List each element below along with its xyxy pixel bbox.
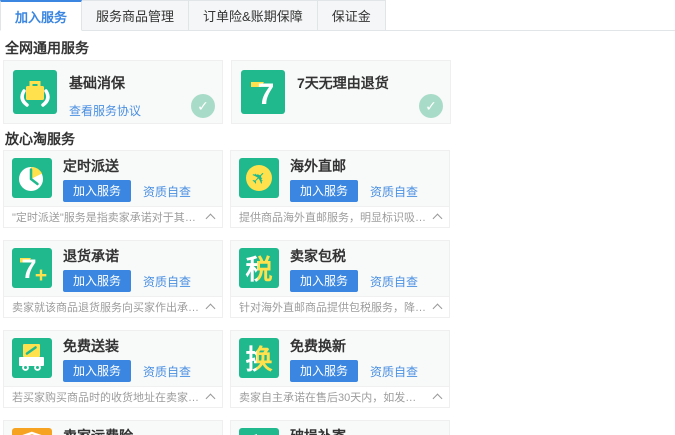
card-title: 免费换新 xyxy=(290,339,418,354)
seven-icon: 7 xyxy=(241,70,285,114)
qualification-check-link[interactable]: 资质自查 xyxy=(370,273,418,290)
svg-text:+: + xyxy=(35,264,47,287)
card-description: 若买家购买商品时的收货地址在卖家承诺的区域... xyxy=(12,389,199,405)
tab-join-service[interactable]: 加入服务 xyxy=(0,0,82,31)
view-service-agreement-link[interactable]: 查看服务协议 xyxy=(69,102,141,119)
collapse-chevron-icon[interactable] xyxy=(433,394,443,404)
qualification-check-link[interactable]: 资质自查 xyxy=(143,273,191,290)
exchange-character-icon: 换 xyxy=(239,338,279,378)
broken-shield-icon xyxy=(239,428,279,435)
join-service-button[interactable]: 加入服务 xyxy=(63,270,131,292)
card-seller-shipping-insurance: 卖家运费险 查看服务 加入此服务的卖家当发生退货时，产生的退货运... xyxy=(3,420,223,435)
svg-text:7: 7 xyxy=(258,78,275,111)
collapse-chevron-icon[interactable] xyxy=(433,304,443,314)
card-title: 定时派送 xyxy=(63,159,191,174)
qualification-check-link[interactable]: 资质自查 xyxy=(143,183,191,200)
briefcase-hands-icon xyxy=(13,70,57,114)
section-title-universal: 全网通用服务 xyxy=(5,40,672,56)
card-title: 基础消保 xyxy=(69,73,141,93)
card-7day-no-reason-return: 7 7天无理由退货 ✓ xyxy=(231,60,451,124)
qualification-check-link[interactable]: 资质自查 xyxy=(370,183,418,200)
card-free-replacement: 换 免费换新 加入服务 资质自查 卖家自主承诺在售后30天内，如发现商品出现..… xyxy=(230,330,450,408)
fangxintao-cards: 定时派送 加入服务 资质自查 "定时派送"服务是指卖家承诺对于其店铺内含有"..… xyxy=(3,150,672,435)
clock-pie-icon xyxy=(12,158,52,198)
tab-deposit[interactable]: 保证金 xyxy=(318,0,386,30)
join-service-button[interactable]: 加入服务 xyxy=(63,360,131,382)
airplane-icon: ✈ xyxy=(239,158,279,198)
section-title-fangxintao: 放心淘服务 xyxy=(5,131,672,147)
card-title: 卖家运费险 xyxy=(63,429,133,435)
svg-text:税: 税 xyxy=(246,255,273,285)
service-tabbar: 加入服务 服务商品管理 订单险&账期保障 保证金 xyxy=(0,0,675,31)
join-service-button[interactable]: 加入服务 xyxy=(290,360,358,382)
card-title: 破损补寄 xyxy=(290,429,418,435)
card-description: 卖家就该商品退货服务向买家作出承诺，自商品... xyxy=(12,299,199,315)
card-basic-consumer-protection: 基础消保 查看服务协议 ✓ xyxy=(3,60,223,124)
card-overseas-direct-mail: ✈ 海外直邮 加入服务 资质自查 提供商品海外直邮服务，明显标识吸引海淘买家..… xyxy=(230,150,450,228)
delivery-truck-icon xyxy=(12,338,52,378)
collapse-chevron-icon[interactable] xyxy=(206,304,216,314)
card-title: 海外直邮 xyxy=(290,159,418,174)
qualification-check-link[interactable]: 资质自查 xyxy=(143,363,191,380)
qualification-check-link[interactable]: 资质自查 xyxy=(370,363,418,380)
collapse-chevron-icon[interactable] xyxy=(206,214,216,224)
card-title: 免费送装 xyxy=(63,339,191,354)
card-description: 针对海外直邮商品提供包税服务，降低买家海淘... xyxy=(239,299,426,315)
tab-service-goods-management[interactable]: 服务商品管理 xyxy=(82,0,189,30)
join-service-button[interactable]: 加入服务 xyxy=(63,180,131,202)
universal-cards: 基础消保 查看服务协议 ✓ 7 7天无理由退货 ✓ xyxy=(3,60,672,124)
card-title: 7天无理由退货 xyxy=(297,73,389,93)
card-description: 提供商品海外直邮服务，明显标识吸引海淘买家... xyxy=(239,209,426,225)
card-return-promise: 7 + 退货承诺 加入服务 资质自查 卖家就该商品退货服务向买家作出承诺，自商品… xyxy=(3,240,223,318)
join-service-button[interactable]: 加入服务 xyxy=(290,180,358,202)
card-description: 卖家自主承诺在售后30天内，如发现商品出现... xyxy=(239,389,426,405)
svg-text:换: 换 xyxy=(246,345,274,375)
card-damage-reshipment: 破损补寄 加入服务 资质自查 卖家就该商品签收状态作出承诺，自商品签收之... xyxy=(230,420,450,435)
shield-truck-icon xyxy=(12,428,52,435)
card-seller-tax-included: 税 卖家包税 加入服务 资质自查 针对海外直邮商品提供包税服务，降低买家海淘..… xyxy=(230,240,450,318)
joined-check-icon: ✓ xyxy=(191,94,215,118)
tax-character-icon: 税 xyxy=(239,248,279,288)
collapse-chevron-icon[interactable] xyxy=(433,214,443,224)
tab-order-insurance[interactable]: 订单险&账期保障 xyxy=(189,0,318,30)
join-service-button[interactable]: 加入服务 xyxy=(290,270,358,292)
collapse-chevron-icon[interactable] xyxy=(206,394,216,404)
joined-check-icon: ✓ xyxy=(419,94,443,118)
card-title: 退货承诺 xyxy=(63,249,191,264)
seven-plus-icon: 7 + xyxy=(12,248,52,288)
card-title: 卖家包税 xyxy=(290,249,418,264)
card-description: "定时派送"服务是指卖家承诺对于其店铺内含有"... xyxy=(12,209,199,225)
card-free-delivery-install: 免费送装 加入服务 资质自查 若买家购买商品时的收货地址在卖家承诺的区域... xyxy=(3,330,223,408)
card-scheduled-delivery: 定时派送 加入服务 资质自查 "定时派送"服务是指卖家承诺对于其店铺内含有"..… xyxy=(3,150,223,228)
